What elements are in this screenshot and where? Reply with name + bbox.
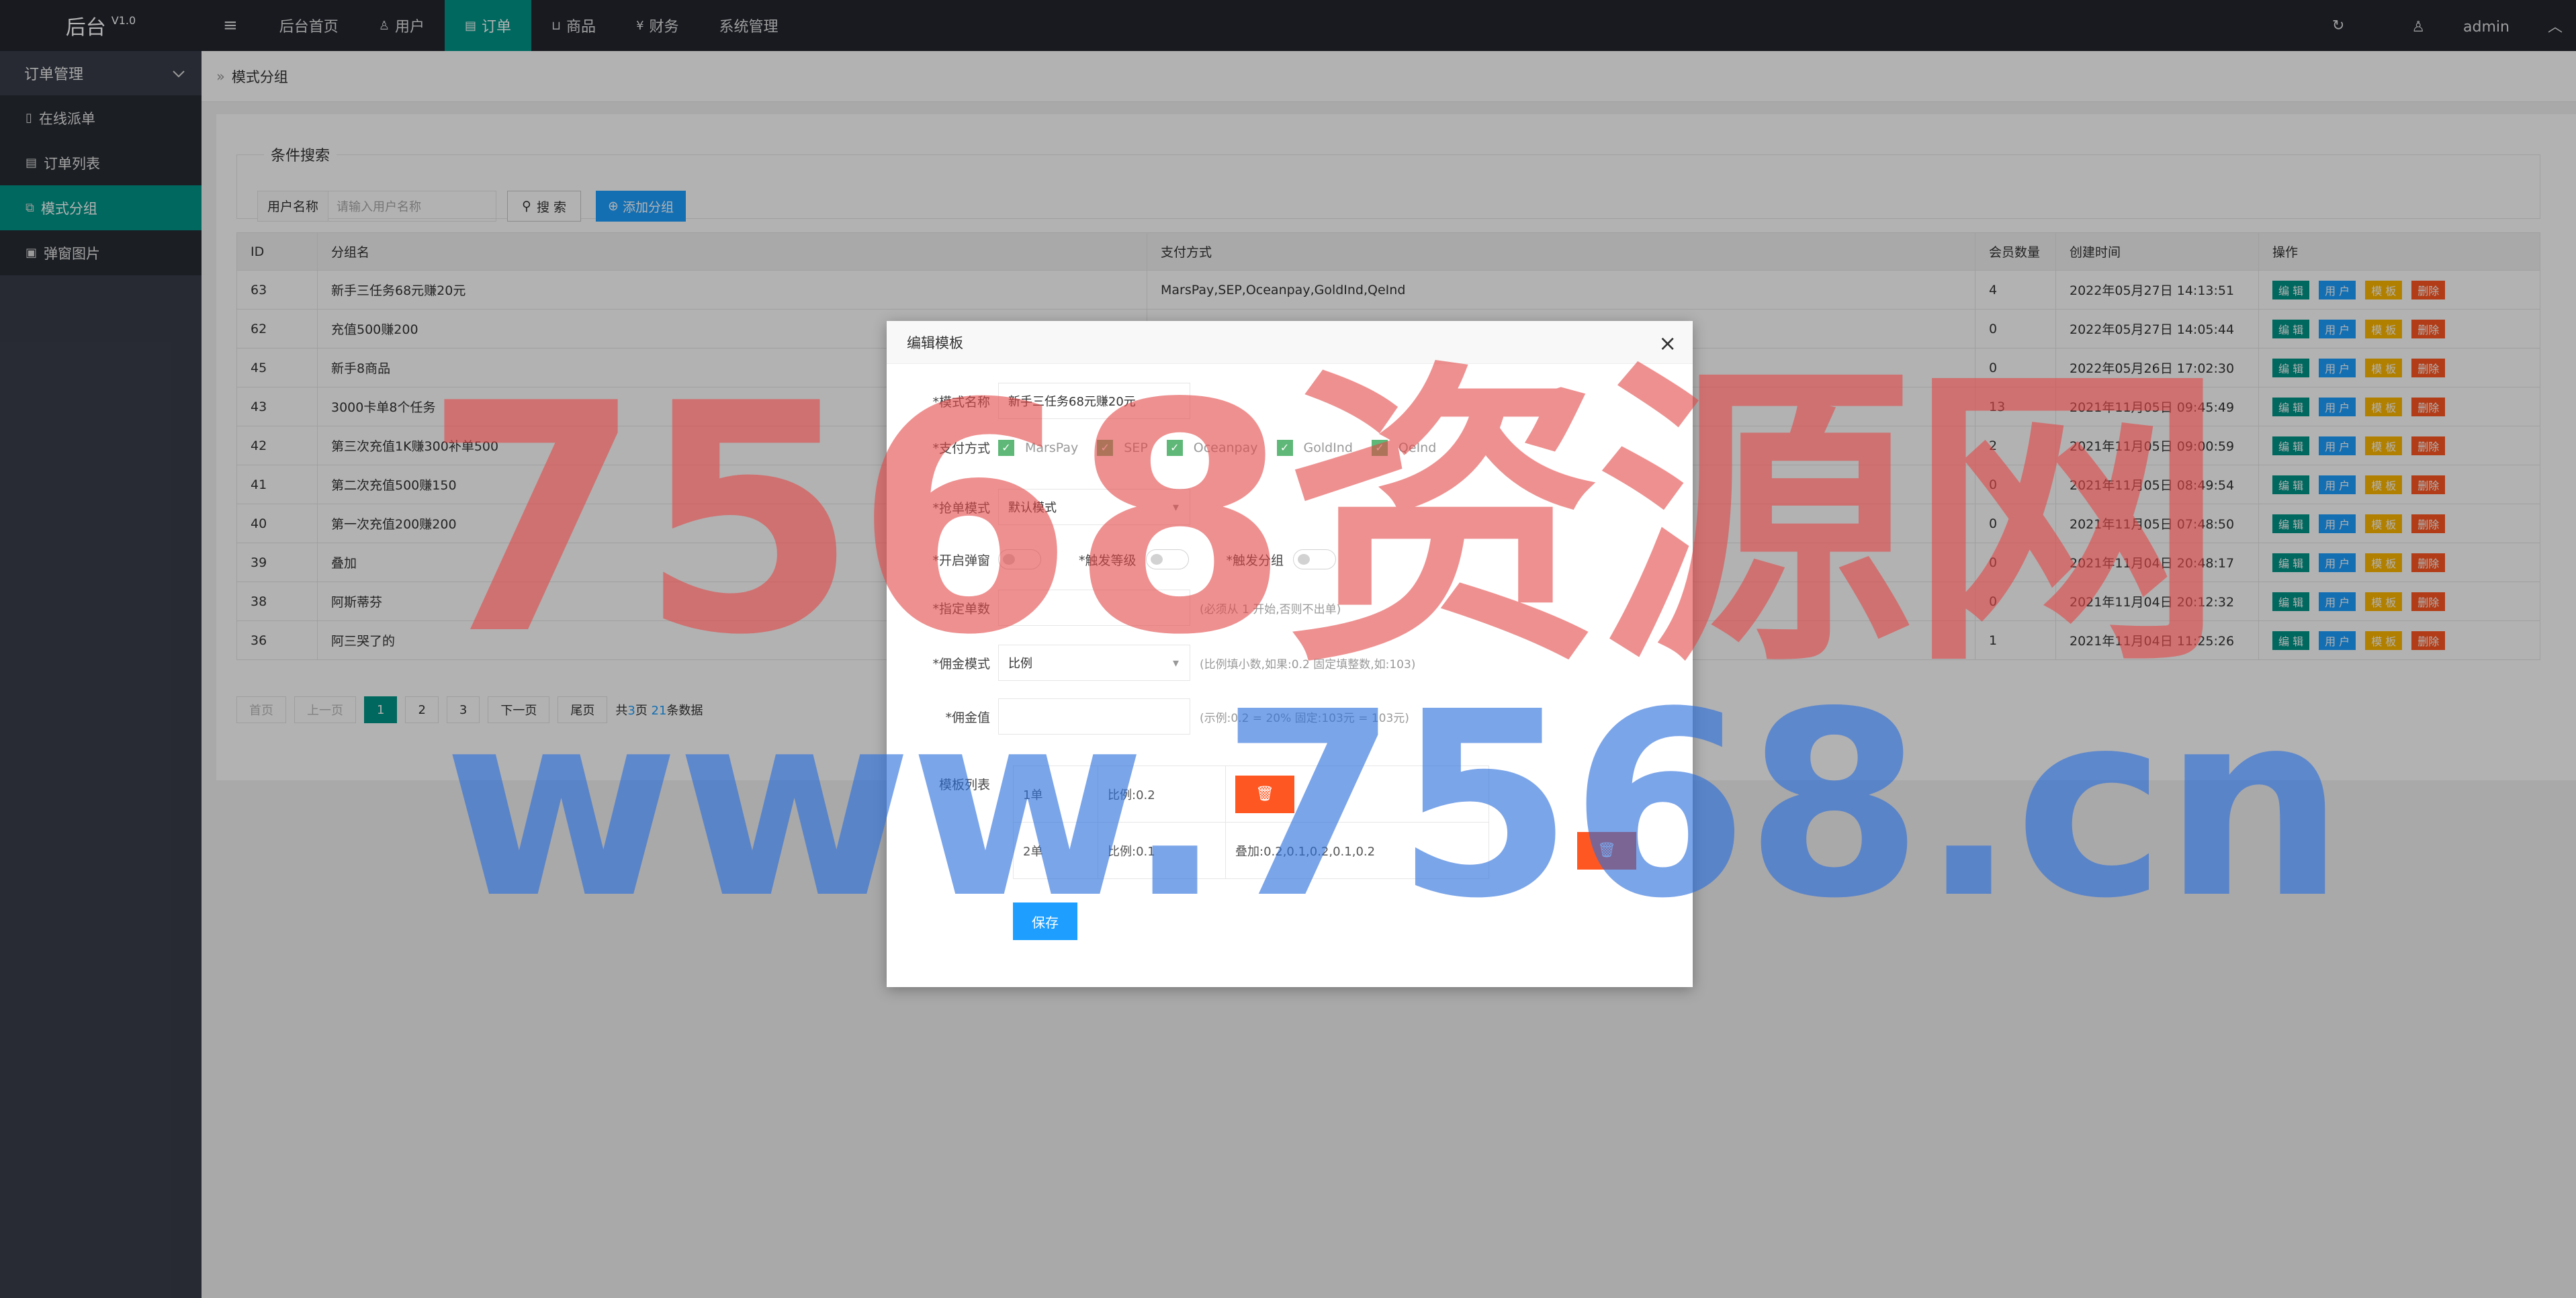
watermark-text-line1: 7568资源网 — [423, 336, 2225, 704]
watermark-text-line2: www.7568.cn — [443, 657, 2345, 954]
